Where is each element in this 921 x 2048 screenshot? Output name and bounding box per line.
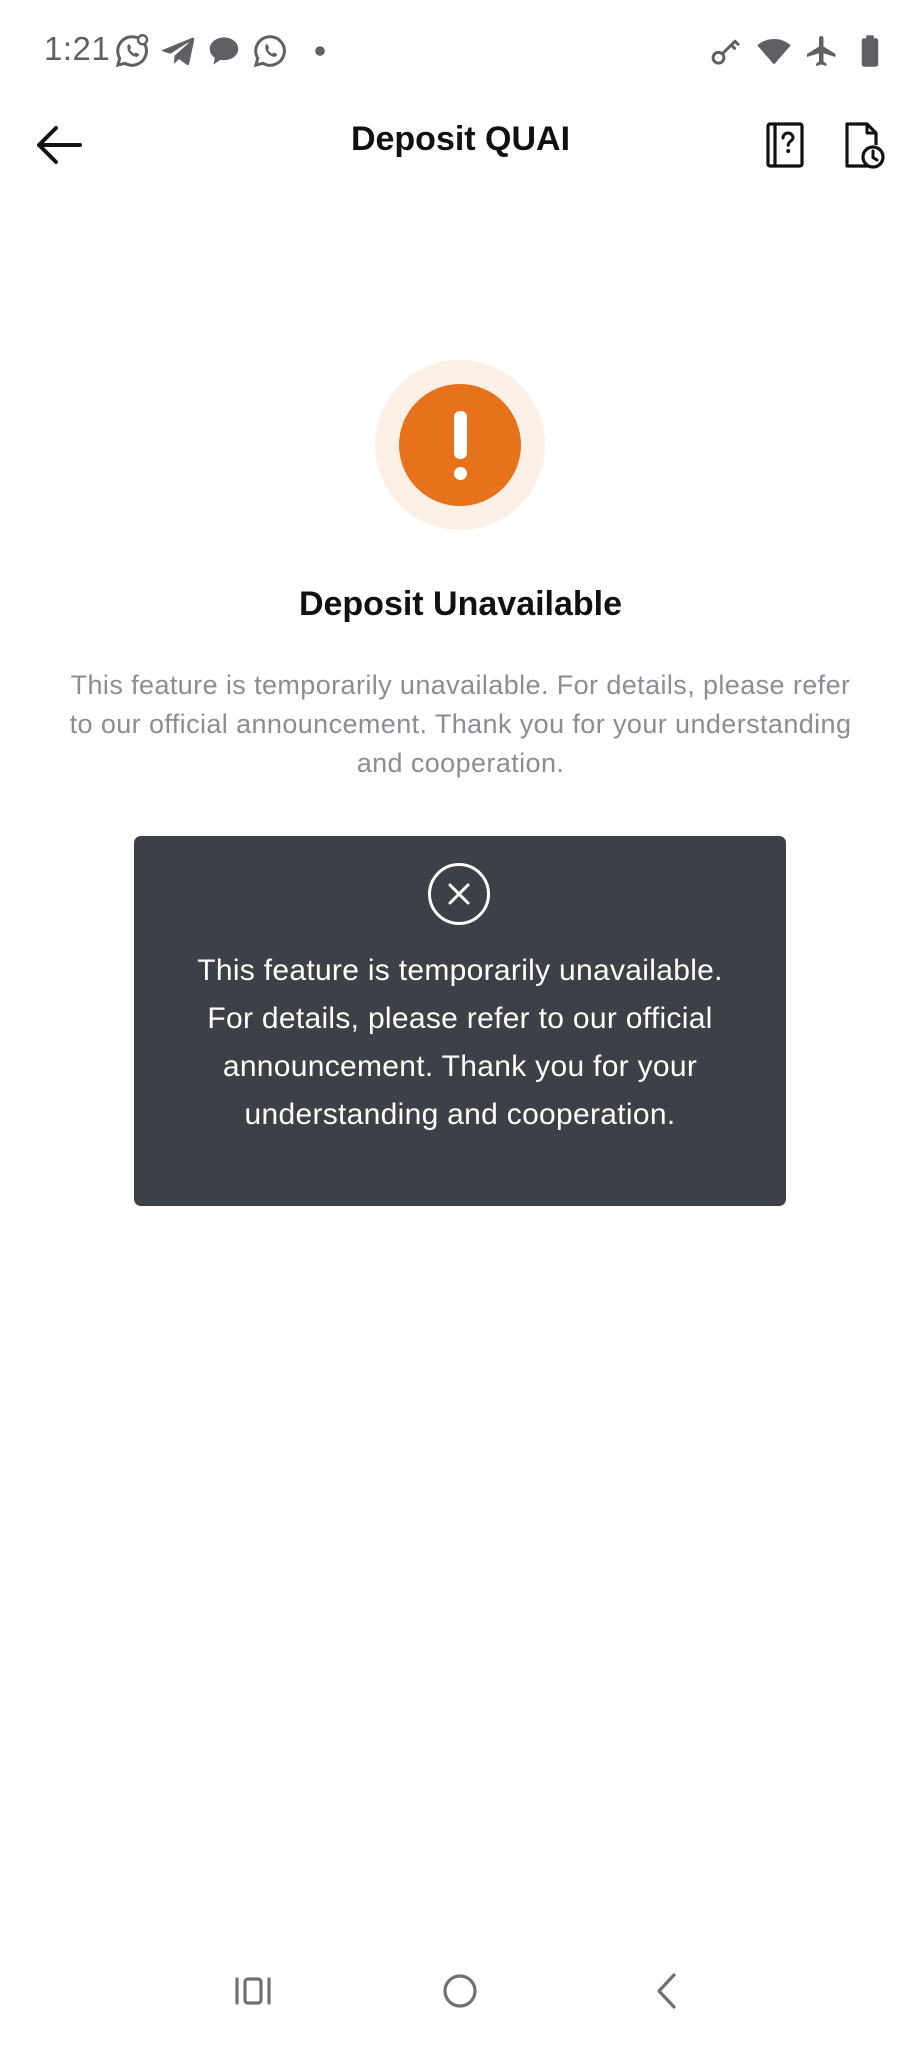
history-document-icon: [845, 122, 885, 169]
recent-apps-icon: [235, 1977, 271, 2005]
vpn-key-icon: [708, 33, 744, 69]
dot-icon: [302, 33, 338, 69]
deposit-unavailable-description: This feature is temporarily unavailable.…: [69, 670, 852, 778]
battery-icon: [852, 33, 888, 69]
help-book-icon: [766, 122, 804, 168]
toast-message: This feature is temporarily unavailable.…: [197, 954, 723, 1131]
exclamation-icon: [399, 384, 521, 506]
status-bar: 1:21: [0, 0, 921, 104]
help-button[interactable]: [760, 118, 810, 172]
whatsapp-business-icon: [114, 33, 150, 69]
deposit-unavailable-heading: Deposit Unavailable: [298, 585, 623, 623]
recent-apps-button[interactable]: [228, 1966, 278, 2016]
back-icon: [657, 1973, 676, 2009]
wifi-icon: [754, 33, 794, 69]
history-button[interactable]: [838, 118, 888, 172]
exclamation-dot: [454, 467, 467, 480]
telegram-icon: [160, 33, 196, 69]
alert-icon-halo: [375, 360, 545, 530]
airplane-mode-icon: [804, 33, 840, 69]
nav-back-button[interactable]: [643, 1966, 693, 2016]
screen: 1:21 Deposit QUAI Deposit Unavailable Th…: [0, 0, 921, 2048]
home-icon: [443, 1974, 477, 2008]
whatsapp-icon: [252, 33, 288, 69]
status-time: 1:21: [44, 30, 111, 67]
exclamation-bar: [454, 411, 467, 459]
home-button[interactable]: [435, 1966, 485, 2016]
header: Deposit QUAI: [0, 104, 921, 184]
navigation-bar: [0, 1960, 921, 2048]
close-circle-icon: [427, 862, 491, 926]
chat-bubble-icon: [206, 33, 242, 69]
error-toast: This feature is temporarily unavailable.…: [134, 836, 786, 1206]
